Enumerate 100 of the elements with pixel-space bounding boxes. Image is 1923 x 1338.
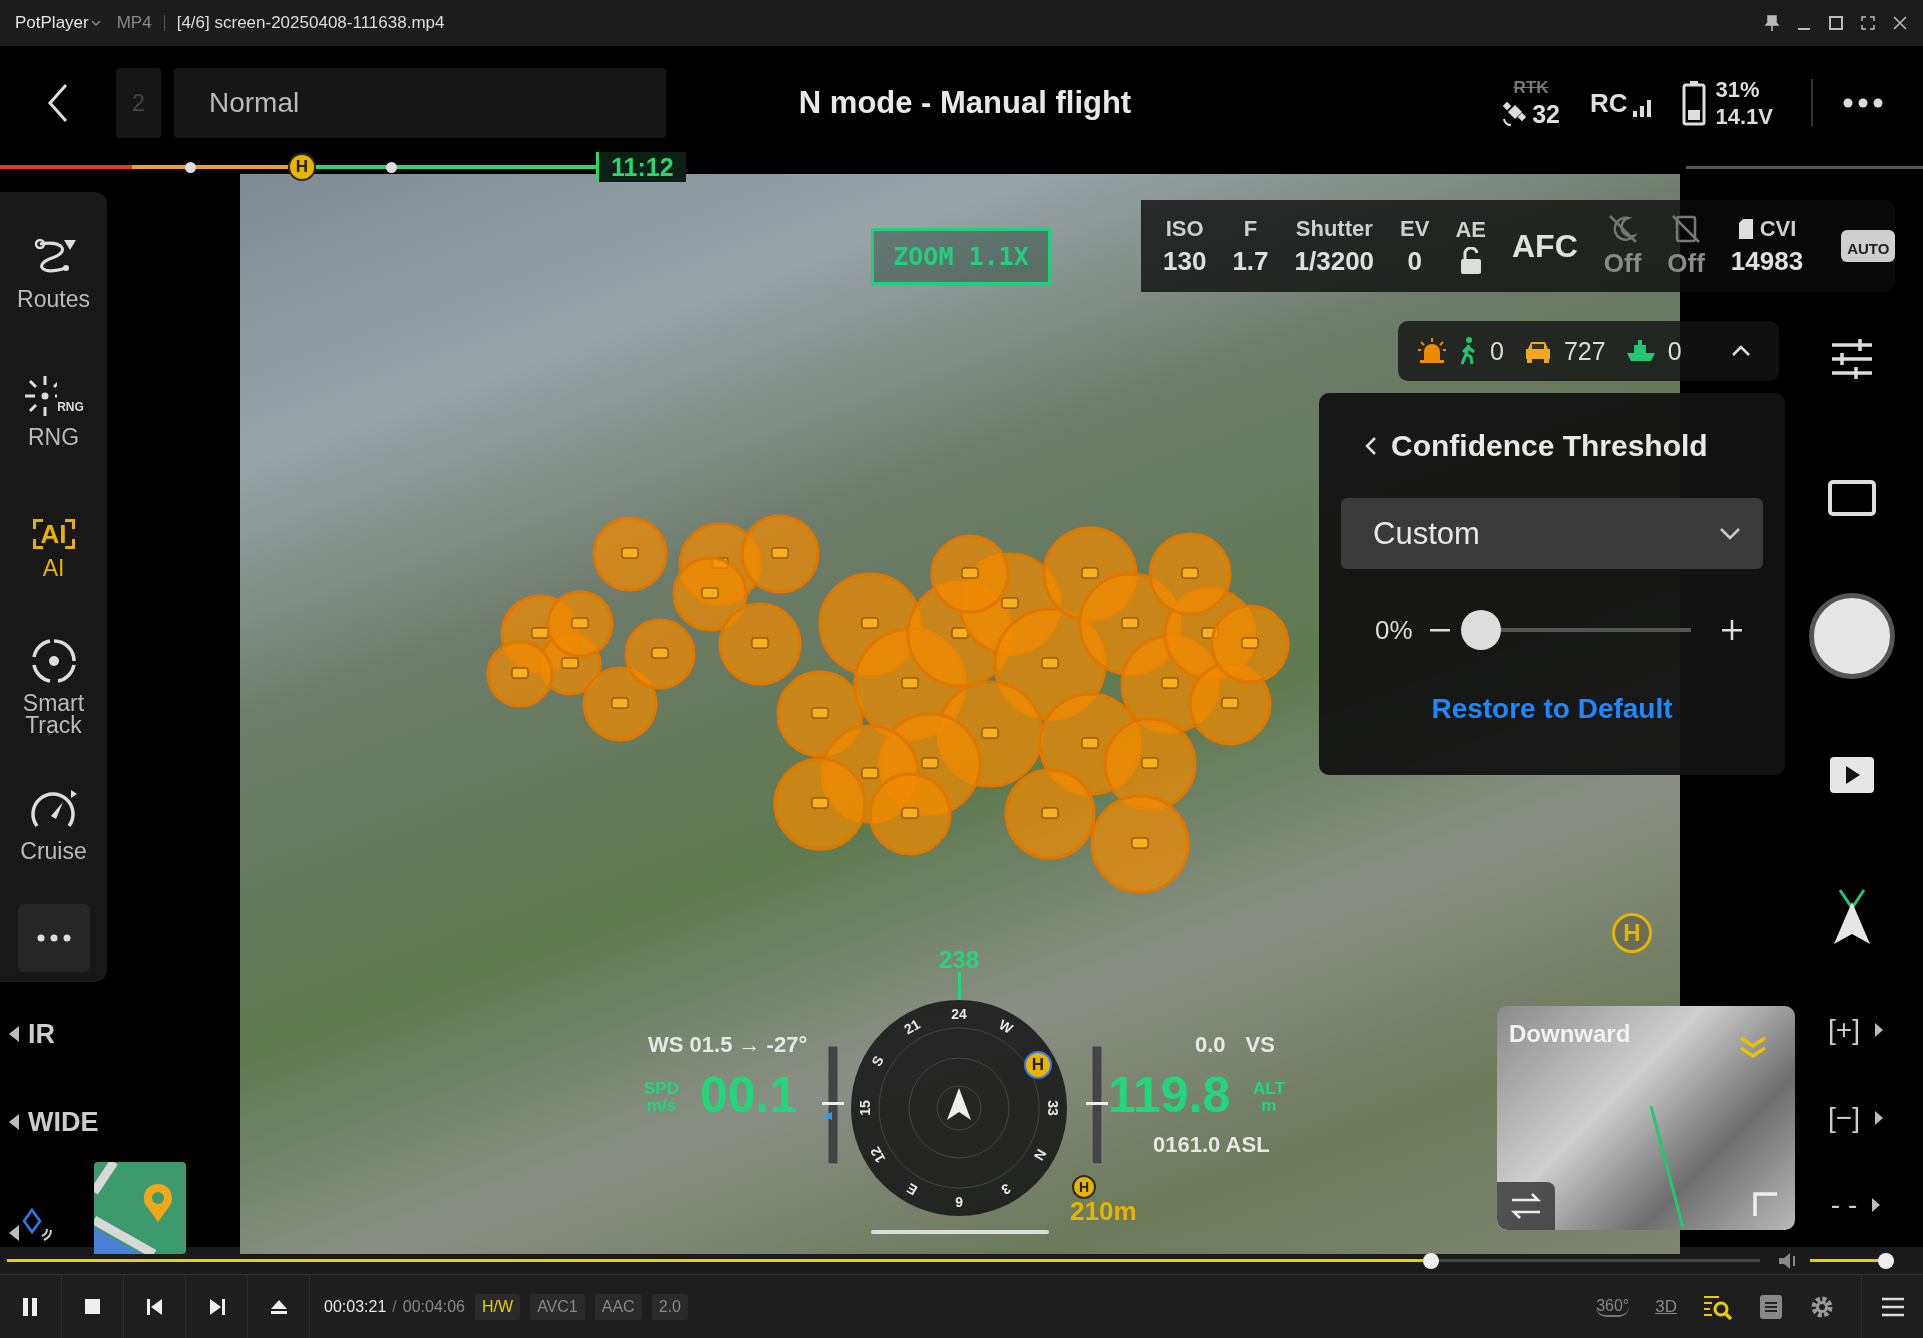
lens-option[interactable]: WIDE [28, 1106, 99, 1138]
plus-icon[interactable] [1721, 619, 1743, 641]
caret-left-icon [8, 1224, 20, 1242]
zoom-button[interactable]: - - [1830, 1189, 1858, 1221]
satellite-icon [1502, 101, 1529, 127]
caret-up-icon[interactable] [1731, 345, 1751, 357]
more-button[interactable] [17, 904, 90, 972]
view-360-button[interactable]: 360° [1596, 1296, 1630, 1317]
close-icon[interactable] [1893, 16, 1907, 30]
double-chevron-icon [1739, 1036, 1767, 1060]
swap-icon[interactable] [1510, 1192, 1542, 1220]
heading-tick [958, 972, 961, 1000]
setting-value[interactable]: 1.7 [1232, 245, 1269, 277]
setting-label: Shutter [1295, 215, 1373, 242]
sidebar-item[interactable]: RNG RNG [3, 342, 104, 480]
compass-label: S [868, 1052, 887, 1070]
unlocked-icon[interactable] [1459, 247, 1482, 275]
search-list-icon[interactable] [1703, 1293, 1733, 1320]
codec-tag[interactable]: 2.0 [651, 1293, 688, 1320]
fullscreen-icon[interactable] [1861, 16, 1875, 30]
lens-option[interactable]: IR [28, 1018, 55, 1050]
chevron-down-icon [1719, 526, 1741, 541]
auto-mode-badge[interactable]: AUTO [1841, 230, 1896, 262]
vertical-speed-value: 0.0 [1195, 1032, 1226, 1058]
back-icon[interactable] [46, 83, 70, 123]
detection-count: 0 [1490, 336, 1504, 366]
mode-field[interactable]: Normal [174, 68, 666, 138]
speed-value: 00.1 [700, 1066, 798, 1124]
target-icon [30, 638, 77, 684]
compass-label: N [1030, 1146, 1050, 1164]
caret-right-icon [1873, 1022, 1884, 1038]
map-icon[interactable] [94, 1162, 186, 1254]
progress-dot [185, 161, 196, 173]
caret-right-icon [1871, 1197, 1882, 1213]
preset-dropdown[interactable]: Custom [1341, 498, 1763, 569]
more-icon[interactable] [1843, 98, 1883, 108]
slider-thumb[interactable] [1461, 610, 1501, 650]
sidebar-item[interactable]: Cruise [3, 756, 104, 894]
view-3d-button[interactable]: 3D [1655, 1296, 1677, 1317]
ai-badge: AI [32, 519, 75, 549]
storage-remaining: 14983 [1730, 245, 1804, 277]
satellite-count: 32 [1532, 99, 1560, 129]
back-icon[interactable] [1365, 435, 1377, 456]
time-separator: / [392, 1297, 397, 1316]
sliders-icon[interactable] [1830, 339, 1874, 379]
car-icon [1523, 339, 1552, 363]
compass-label: W [996, 1016, 1016, 1037]
pin-icon[interactable] [1765, 15, 1779, 31]
icon-label: RNG [57, 399, 84, 416]
format-label: MP4 [116, 13, 152, 33]
night-mode-value[interactable]: Off [1603, 247, 1642, 279]
compass-label: 24 [951, 1006, 967, 1022]
maximize-icon[interactable] [1829, 16, 1843, 30]
aircraft-arrow-icon [947, 1088, 971, 1120]
codec-tag[interactable]: AAC [594, 1293, 642, 1320]
setting-value[interactable]: 0 [1407, 245, 1422, 277]
rtk-label: RTK [1513, 77, 1549, 98]
subtitle-icon[interactable] [1759, 1293, 1783, 1320]
home-distance: 210m [1070, 1196, 1137, 1227]
caret-right-icon [1873, 1110, 1884, 1126]
home-point-marker: H [1612, 913, 1652, 953]
previous-icon[interactable] [144, 1296, 165, 1317]
view-label: Downward [1509, 1020, 1631, 1048]
setting-value[interactable]: 1/3200 [1294, 245, 1375, 277]
aspect-frame-icon[interactable] [1827, 479, 1877, 517]
menu-icon[interactable] [1880, 1296, 1905, 1317]
app-name[interactable]: PotPlayer [15, 13, 89, 33]
setting-value[interactable]: 130 [1163, 245, 1207, 277]
sidebar-item[interactable]: AI AI [3, 480, 104, 618]
sidebar-item[interactable]: Smart Track [3, 618, 104, 756]
storage-label: CVI [1759, 215, 1797, 242]
alarm-light-icon [1418, 338, 1446, 364]
boat-icon [1625, 339, 1656, 363]
altitude-unit: m [1260, 1097, 1278, 1114]
caret-left-icon [8, 1025, 20, 1043]
diamond-signal-icon[interactable] [20, 1206, 54, 1242]
restore-default-link[interactable]: Restore to Default [1431, 693, 1673, 725]
zoom-button[interactable]: [−] [1828, 1102, 1860, 1134]
wind-readout: WS 01.5 → -27° [648, 1032, 808, 1058]
progress-dot [386, 161, 397, 173]
codec-tag[interactable]: AVC1 [530, 1293, 585, 1320]
detection-count: 0 [1667, 336, 1682, 366]
battery-voltage: 14.1V [1715, 103, 1773, 130]
compass-label: E [903, 1180, 921, 1199]
home-marker: H [1072, 1175, 1096, 1199]
volume-thumb[interactable] [1878, 1252, 1894, 1269]
compass-label: 6 [955, 1194, 963, 1210]
sidebar-item[interactable]: Routes [3, 204, 104, 342]
stop-icon[interactable] [82, 1296, 103, 1317]
caret-down-icon[interactable] [88, 18, 103, 28]
codec-tag[interactable]: H/W [475, 1293, 521, 1320]
setting-label: EV [1400, 215, 1430, 242]
display-off-icon [1671, 213, 1702, 244]
playback-icon[interactable] [1830, 757, 1874, 793]
moon-off-icon [1607, 213, 1638, 244]
remaining-time: 11:12 [596, 152, 686, 182]
focus-mode[interactable]: AFC [1512, 227, 1578, 265]
zoom-button[interactable]: [+] [1828, 1014, 1860, 1046]
heading-value: 238 [939, 946, 980, 974]
toggle-value[interactable]: Off [1667, 247, 1705, 279]
